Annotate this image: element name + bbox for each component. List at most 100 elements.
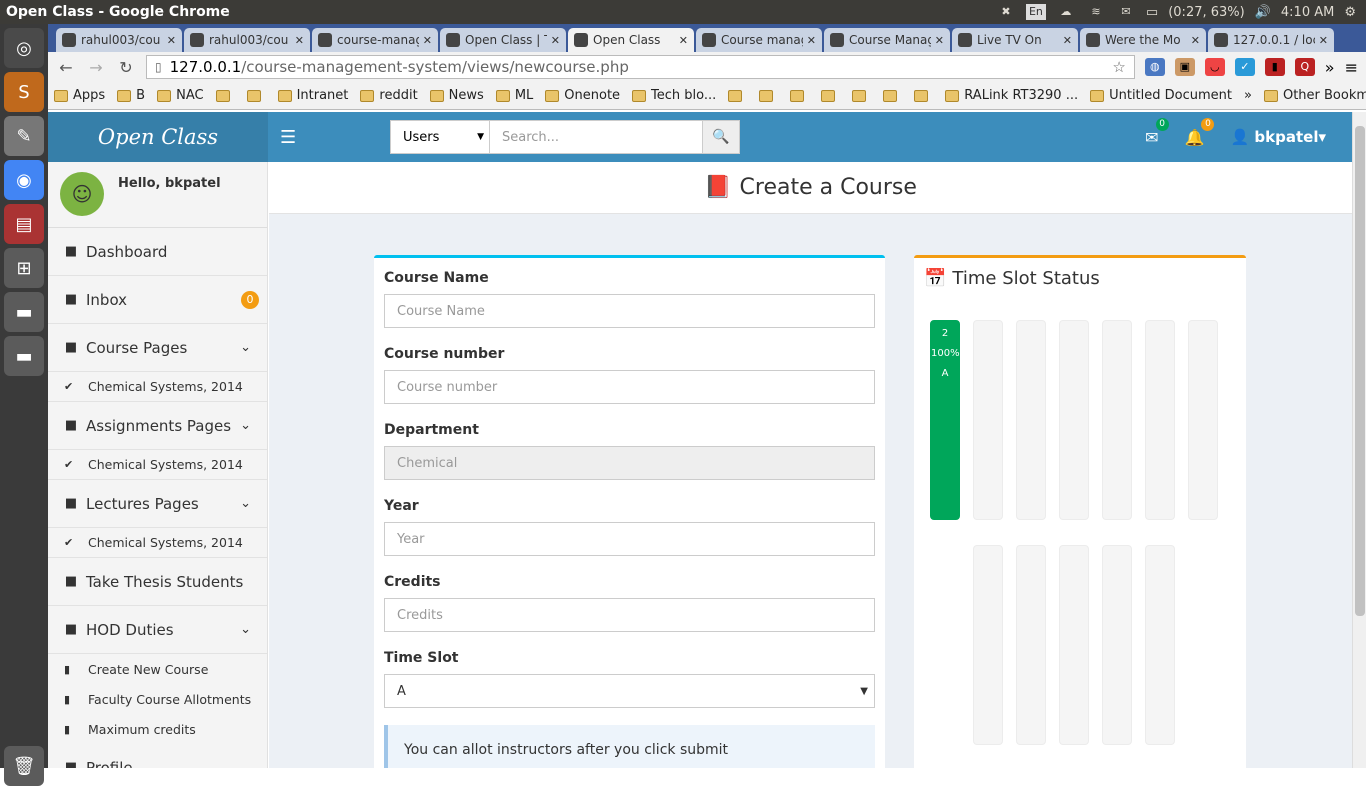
trash-icon[interactable]: 🗑 xyxy=(4,746,44,786)
page-scrollbar[interactable] xyxy=(1352,112,1366,768)
dash-icon[interactable]: ◎ xyxy=(4,28,44,68)
quora-icon[interactable]: Q xyxy=(1294,58,1315,76)
bookmark-item[interactable]: B xyxy=(117,88,145,103)
close-icon[interactable]: ✕ xyxy=(423,34,432,47)
year-input[interactable]: Year xyxy=(384,522,875,556)
bookmark-extension-icon[interactable]: ▮ xyxy=(1264,58,1285,76)
chevron-down-icon[interactable]: ⌄ xyxy=(240,340,251,355)
sidebar-toggle-icon[interactable]: ☰ xyxy=(280,127,302,148)
bookmark-item[interactable] xyxy=(883,89,902,102)
bookmark-item[interactable]: News xyxy=(429,88,484,103)
search-button[interactable]: 🔍 xyxy=(702,120,740,154)
close-icon[interactable]: ✕ xyxy=(167,34,176,47)
browser-tab[interactable]: Live TV On ✕ xyxy=(952,28,1078,52)
sidebar-subitem[interactable]: ✔ Chemical Systems, 2014 xyxy=(48,450,267,480)
sidebar-item[interactable]: ■ Lectures Pages ⌄ xyxy=(48,480,267,528)
dropbox-tray-icon[interactable]: ✖ xyxy=(996,4,1016,20)
battery-icon[interactable]: ▭ xyxy=(1146,5,1158,20)
mail-tray-icon[interactable]: ✉ xyxy=(1116,4,1136,20)
browser-tab[interactable]: Were the Mo ✕ xyxy=(1080,28,1206,52)
cloud-icon[interactable]: ☁ xyxy=(1056,4,1076,20)
close-icon[interactable]: ✕ xyxy=(935,34,944,47)
browser-tab[interactable]: Course manag ✕ xyxy=(696,28,822,52)
other-bookmarks[interactable]: Other Bookmarks xyxy=(1263,88,1366,103)
sidebar-item[interactable]: ■ Profile xyxy=(48,744,267,769)
menu-icon[interactable]: ≡ xyxy=(1345,58,1358,77)
forward-icon[interactable]: → xyxy=(86,58,106,77)
bookmark-item[interactable] xyxy=(728,89,747,102)
address-bar[interactable]: ▯ 127.0.0.1 /course-management-system/vi… xyxy=(146,55,1135,79)
file-manager-icon[interactable]: ▤ xyxy=(4,204,44,244)
course-name-input[interactable]: Course Name xyxy=(384,294,875,328)
sidebar-item[interactable]: ■ Dashboard xyxy=(48,228,267,276)
drive-icon[interactable]: ▬ xyxy=(4,336,44,376)
sidebar-item[interactable]: ■ Assignments Pages ⌄ xyxy=(48,402,267,450)
sidebar-item[interactable]: ■ Course Pages ⌄ xyxy=(48,324,267,372)
browser-tab[interactable]: Open Class ✕ xyxy=(568,28,694,52)
reload-icon[interactable]: ↻ xyxy=(116,58,136,77)
sidebar-item[interactable]: ■ Take Thesis Students xyxy=(48,558,267,606)
browser-tab[interactable]: 127.0.0.1 / loc ✕ xyxy=(1208,28,1334,52)
search-input[interactable]: Search... xyxy=(490,120,702,154)
messages-icon[interactable]: ✉ 0 xyxy=(1145,117,1169,147)
clock[interactable]: 4:10 AM xyxy=(1281,5,1334,20)
sublime-text-icon[interactable]: S xyxy=(4,72,44,112)
bookmark-item[interactable]: NAC xyxy=(157,88,204,103)
extension-icon[interactable]: ▣ xyxy=(1174,58,1195,76)
bookmark-item[interactable] xyxy=(215,89,235,102)
sidebar-item[interactable]: ■ HOD Duties ⌄ xyxy=(48,606,267,654)
bookmark-item[interactable] xyxy=(790,89,809,102)
time-slot-select[interactable]: A ▼ xyxy=(384,674,875,708)
close-icon[interactable]: ✕ xyxy=(295,34,304,47)
browser-tab[interactable]: rahul003/cou ✕ xyxy=(56,28,182,52)
bookmark-item[interactable]: Apps xyxy=(54,88,105,103)
bookmark-item[interactable] xyxy=(821,89,840,102)
bookmark-item[interactable]: reddit xyxy=(360,88,418,103)
keyboard-lang-indicator[interactable]: En xyxy=(1025,4,1046,20)
chevron-down-icon[interactable]: ⌄ xyxy=(240,418,251,433)
wifi-icon[interactable]: ≋ xyxy=(1086,4,1106,20)
close-icon[interactable]: ✕ xyxy=(807,34,816,47)
chrome-icon[interactable]: ◉ xyxy=(4,160,44,200)
bookmark-item[interactable] xyxy=(914,89,933,102)
close-icon[interactable]: ✕ xyxy=(1319,34,1328,47)
scrollbar-thumb[interactable] xyxy=(1355,126,1365,616)
check-extension-icon[interactable]: ✓ xyxy=(1234,58,1255,76)
bookmark-item[interactable]: RALink RT3290 ... xyxy=(945,88,1078,103)
browser-tab[interactable]: rahul003/cou ✕ xyxy=(184,28,310,52)
sidebar-subitem[interactable]: ✔ Chemical Systems, 2014 xyxy=(48,372,267,402)
browser-tab[interactable]: Course Manag ✕ xyxy=(824,28,950,52)
globe-extension-icon[interactable]: ◍ xyxy=(1144,58,1165,76)
sidebar-subitem[interactable]: ▮ Faculty Course Allotments xyxy=(48,684,267,714)
volume-icon[interactable]: 🔊 xyxy=(1255,5,1271,20)
pocket-icon[interactable]: ◡ xyxy=(1204,58,1225,76)
close-icon[interactable]: ✕ xyxy=(1063,34,1072,47)
close-icon[interactable]: ✕ xyxy=(1191,34,1200,47)
sidebar-subitem[interactable]: ▮ Create New Course xyxy=(48,654,267,684)
bookmark-item[interactable] xyxy=(759,89,778,102)
bookmarks-overflow[interactable]: » xyxy=(1244,88,1252,103)
credits-input[interactable]: Credits xyxy=(384,598,875,632)
search-type-select[interactable]: Users ▼ xyxy=(390,120,490,154)
bookmark-item[interactable]: Intranet xyxy=(277,88,348,103)
browser-tab[interactable]: Open Class | T ✕ xyxy=(440,28,566,52)
notifications-icon[interactable]: 🔔 0 xyxy=(1185,117,1215,147)
back-icon[interactable]: ← xyxy=(56,58,76,77)
sidebar-subitem[interactable]: ▮ Maximum credits xyxy=(48,714,267,744)
sidebar-subitem[interactable]: ✔ Chemical Systems, 2014 xyxy=(48,528,267,558)
bookmark-item[interactable]: Untitled Document xyxy=(1090,88,1232,103)
logo[interactable]: Open Class xyxy=(48,112,268,162)
chevron-down-icon[interactable]: ⌄ xyxy=(240,622,251,637)
bookmark-item[interactable] xyxy=(852,89,871,102)
chevron-down-icon[interactable]: ⌄ xyxy=(240,496,251,511)
course-number-input[interactable]: Course number xyxy=(384,370,875,404)
drive-icon[interactable]: ▬ xyxy=(4,292,44,332)
close-icon[interactable]: ✕ xyxy=(679,34,688,47)
overflow-icon[interactable]: » xyxy=(1325,58,1335,77)
power-icon[interactable]: ⚙ xyxy=(1344,5,1356,20)
bookmark-item[interactable]: Tech blo... xyxy=(632,88,716,103)
settings-icon[interactable]: ✎ xyxy=(4,116,44,156)
star-icon[interactable]: ☆ xyxy=(1112,58,1125,76)
sidebar-item[interactable]: ■ Inbox 0 xyxy=(48,276,267,324)
close-icon[interactable]: ✕ xyxy=(551,34,560,47)
